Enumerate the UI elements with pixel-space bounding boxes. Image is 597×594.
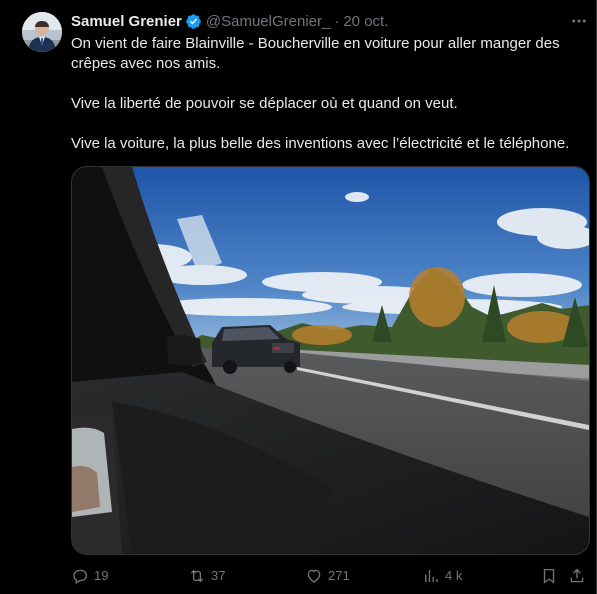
- views-count: 4 k: [445, 568, 463, 583]
- tweet-paragraph: Vive la liberté de pouvoir se déplacer o…: [71, 95, 458, 112]
- bookmark-icon[interactable]: [540, 566, 563, 586]
- repost-button[interactable]: 37: [188, 566, 225, 586]
- repost-icon: [190, 569, 204, 583]
- verified-badge-icon: [185, 13, 202, 30]
- author-name[interactable]: Samuel Grenier: [71, 13, 182, 30]
- more-icon[interactable]: [568, 12, 590, 30]
- separator-dot: ·: [334, 12, 340, 30]
- author-handle[interactable]: @SamuelGrenier_: [206, 13, 330, 30]
- views-button[interactable]: 4 k: [422, 566, 462, 586]
- tweet-text: On vient de faire Blainville - Bouchervi…: [71, 34, 591, 154]
- tweet-paragraph: Vive la voiture, la plus belle des inven…: [71, 135, 570, 152]
- tweet-photo[interactable]: [71, 166, 590, 555]
- like-icon: [307, 569, 321, 583]
- reply-button[interactable]: 19: [71, 566, 108, 586]
- tweet-actions: 19 37 271 4 k: [71, 566, 591, 586]
- tweet-date[interactable]: 20 oct.: [343, 13, 388, 30]
- like-count: 271: [328, 568, 350, 583]
- reply-count: 19: [94, 568, 109, 583]
- avatar[interactable]: [22, 12, 62, 52]
- repost-count: 37: [211, 568, 226, 583]
- share-icon[interactable]: [568, 566, 591, 586]
- reply-icon: [73, 569, 88, 584]
- views-icon: [425, 570, 438, 582]
- like-button[interactable]: 271: [305, 566, 350, 586]
- tweet-paragraph: On vient de faire Blainville - Bouchervi…: [71, 35, 560, 72]
- tweet-header: Samuel Grenier @SamuelGrenier_ · 20 oct.: [71, 11, 388, 31]
